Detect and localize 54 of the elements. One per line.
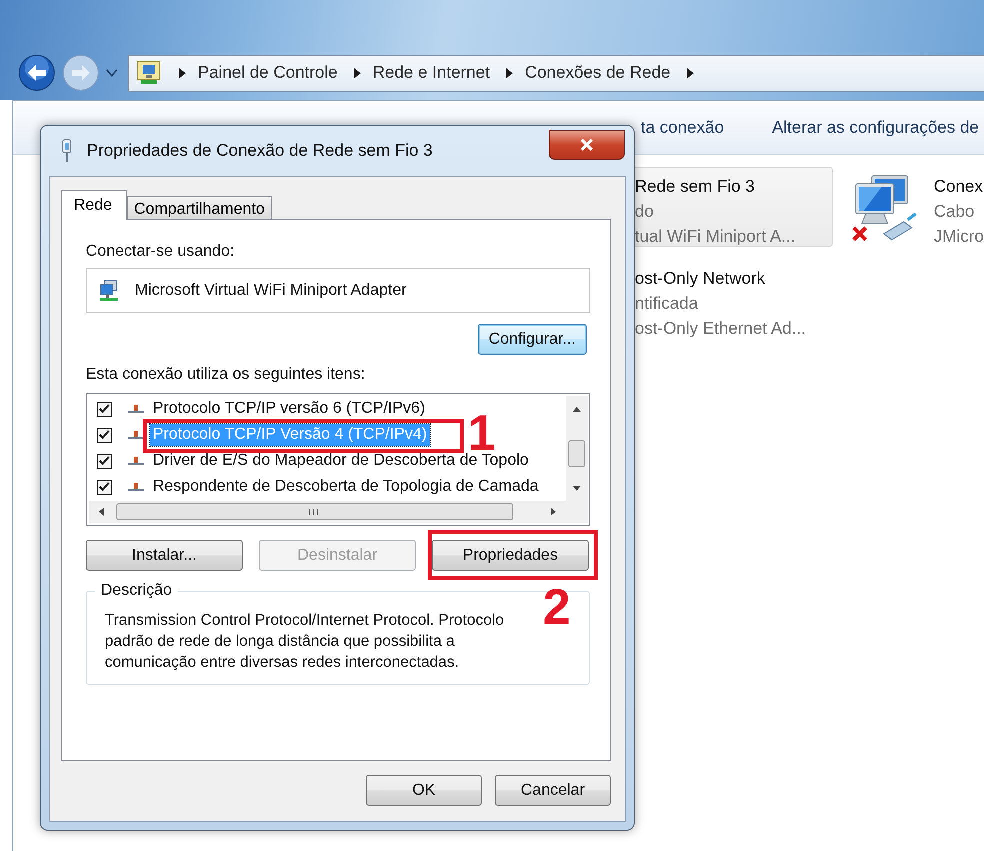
chevron-icon	[179, 68, 186, 78]
breadcrumb-item[interactable]: Rede e Internet	[372, 63, 490, 83]
address-bar[interactable]: Painel de Controle Rede e Internet Conexões de Rede	[128, 54, 984, 92]
connection-device: ost-Only Ethernet Ad...	[635, 318, 806, 340]
dialog-button: Desinstalar	[259, 540, 416, 571]
vertical-scrollbar[interactable]	[566, 396, 588, 523]
close-icon	[580, 139, 594, 151]
connection-status: ntificada	[635, 293, 700, 315]
forward-button[interactable]	[62, 54, 100, 92]
field-label: Esta conexão utiliza os seguintes itens:	[86, 365, 366, 385]
dialog-button[interactable]: OK	[366, 775, 482, 806]
checkbox[interactable]	[97, 480, 112, 494]
network-adapter-icon	[99, 280, 121, 302]
close-button[interactable]	[549, 130, 625, 160]
tab[interactable]: Rede	[61, 190, 128, 220]
protocol-icon	[127, 430, 145, 440]
field-label: Conectar-se usando:	[86, 242, 236, 262]
group-title: Descrição	[95, 581, 178, 601]
checkbox[interactable]	[97, 454, 112, 468]
dialog-button[interactable]: Cancelar	[495, 775, 611, 806]
chevron-icon	[354, 68, 361, 78]
toolbar-item[interactable]: Alterar as configurações de	[772, 118, 980, 138]
horizontal-scrollbar[interactable]	[89, 501, 566, 523]
breadcrumb-item[interactable]: Painel de Controle	[198, 63, 338, 83]
dialog-button[interactable]: Instalar...	[86, 540, 243, 571]
connection-device: tual WiFi Miniport A...	[635, 226, 796, 248]
connection-device: JMicro	[934, 226, 984, 248]
toolbar-item[interactable]: ta conexão	[641, 118, 724, 138]
caret-icon[interactable]	[106, 69, 118, 77]
checkbox[interactable]	[97, 428, 112, 442]
connection-name: Conex	[934, 176, 984, 198]
connection-name: Rede sem Fio 3	[635, 176, 756, 198]
chevron-icon	[506, 68, 514, 78]
connection-status: Cabo	[934, 201, 976, 223]
tab[interactable]: Compartilhamento	[127, 196, 272, 219]
description-text: Transmission Control Protocol/Internet Protocol. Protocolo padrão de rede de longa distância que possibilita a comunicação entre diversas redes interconectadas.	[105, 611, 506, 673]
connection-status: do	[635, 201, 655, 223]
chevron-icon	[686, 68, 694, 78]
list-item[interactable]: Protocolo TCP/IP versão 6 (TCP/IPv6)	[150, 398, 428, 420]
list-item[interactable]: Respondente de Descoberta de Topologia de Camada	[150, 476, 542, 498]
connection-item[interactable]: Conex Cabo JMicro	[845, 167, 984, 247]
protocol-icon	[127, 404, 145, 414]
window-title: Propriedades de Conexão de Rede sem Fio 3	[87, 141, 433, 161]
back-button[interactable]	[18, 54, 56, 92]
adapter-name: Microsoft Virtual WiFi Miniport Adapter	[135, 282, 407, 300]
connection-name: ost-Only Network	[635, 268, 766, 290]
protocol-icon	[127, 482, 145, 492]
protocol-icon	[127, 456, 145, 466]
breadcrumb-item[interactable]: Conexões de Rede	[525, 63, 671, 83]
control-panel-icon	[137, 60, 163, 86]
checkbox[interactable]	[97, 402, 112, 416]
dialog-button[interactable]: Propriedades	[432, 540, 589, 571]
step-number: 2	[543, 582, 571, 632]
configure-button[interactable]: Configurar...	[478, 324, 587, 355]
